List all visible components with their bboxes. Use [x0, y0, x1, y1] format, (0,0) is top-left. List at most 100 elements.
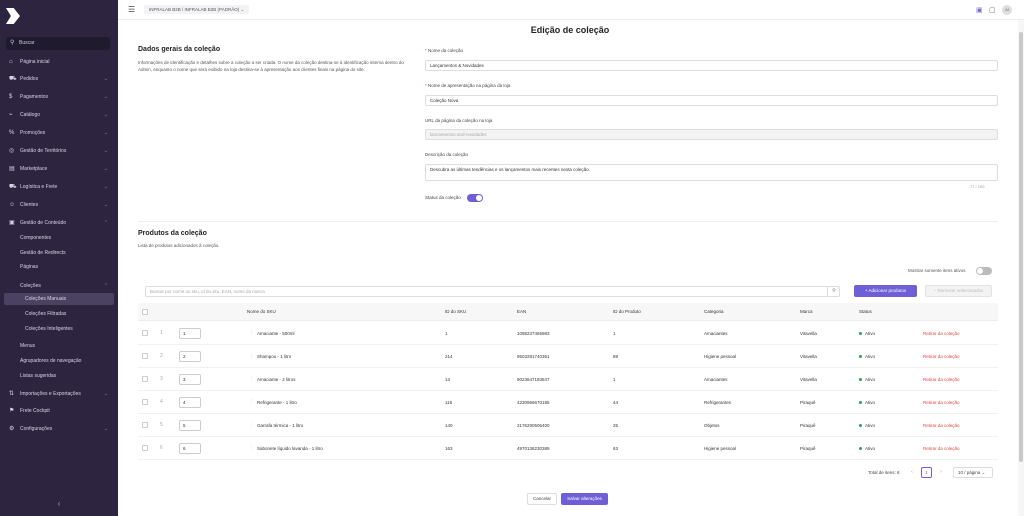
sidebar-bottom-item-2[interactable]: ⚙ Configurações ⌄	[0, 423, 118, 435]
row-index: 2	[160, 353, 163, 359]
sku-name: Amaciante - 500ml	[257, 331, 295, 336]
table-row: 5 5 ⋮ Garrafa térmica - 1 litro 140 217629050…	[138, 414, 998, 437]
drag-handle-icon[interactable]: ⋮	[249, 391, 254, 414]
position-input[interactable]: 3	[179, 374, 201, 385]
content-sub-item[interactable]: Gestão de Redirects	[20, 247, 66, 259]
add-products-button[interactable]: + Adicionar produtos	[854, 285, 917, 297]
product-search-input[interactable]: Buscar por nome ou sku, id do sku, EAN, …	[145, 286, 840, 297]
status-dot-icon	[859, 332, 862, 336]
sidebar-item-colecoes[interactable]: Coleções ⌃	[20, 280, 108, 292]
content-sub-item[interactable]: Componentes	[20, 232, 51, 244]
sidebar-item-8[interactable]: ☺ Clientes ⌄	[0, 199, 118, 211]
content-sub-item[interactable]: Listas sugeridas	[20, 370, 56, 382]
sidebar-bottom-item-0[interactable]: ⇅ Importações e Exportações ⌄	[0, 388, 118, 400]
drag-handle-icon[interactable]: ⋮	[249, 322, 254, 345]
row-checkbox[interactable]	[142, 353, 148, 359]
sidebar-item-1[interactable]: ⛟ Pedidos ⌄	[0, 73, 118, 85]
ean: 1098237465983	[517, 331, 550, 336]
pagination-next[interactable]: ›	[936, 467, 946, 478]
pagination-page-1[interactable]: 1	[921, 467, 932, 478]
flag-icon: ⚑	[9, 408, 15, 414]
display-name-label: * Nome de apresentação na página da loja	[425, 83, 511, 88]
status-text: Ativo	[865, 331, 876, 336]
brand: Vitavella	[800, 377, 817, 382]
scrollbar-thumb[interactable]	[1019, 32, 1023, 462]
collapse-sidebar-button[interactable]: ‹	[0, 492, 118, 516]
remove-from-collection-link[interactable]: Retirar da coleção	[923, 368, 960, 391]
status-badge: Ativo	[859, 414, 875, 437]
sidebar-search[interactable]: ⚲ Buscar	[6, 37, 110, 50]
sidebar-item-0[interactable]: ⌂ Página inicial	[0, 56, 118, 68]
description-textarea[interactable]: Descubra as últimas tendências e os lanç…	[425, 164, 998, 181]
drag-handle-icon[interactable]: ⋮	[249, 414, 254, 437]
remove-from-collection-link[interactable]: Retirar da coleção	[923, 345, 960, 368]
sku-id: 13	[445, 377, 451, 382]
chat-icon[interactable]: ▢	[989, 6, 996, 14]
colecoes-sub-item[interactable]: Coleções Inteligentes	[4, 323, 114, 335]
drag-handle-icon[interactable]: ⋮	[249, 437, 254, 460]
position-input[interactable]: 4	[179, 397, 201, 408]
row-index: 3	[160, 376, 163, 382]
row-checkbox[interactable]	[142, 376, 148, 382]
position-input[interactable]: 2	[179, 351, 201, 362]
row-checkbox[interactable]	[142, 422, 148, 428]
store-icon[interactable]: ▣	[976, 6, 983, 14]
sidebar-item-9[interactable]: ▣ Gestão de Conteúdo ⌃	[0, 217, 118, 229]
status-dot-icon	[859, 378, 862, 382]
only-active-toggle[interactable]	[976, 267, 992, 275]
remove-selected-label: Remover selecionados	[937, 288, 984, 293]
logo[interactable]	[6, 8, 20, 24]
chevron-up-icon: ⌃	[104, 283, 109, 289]
sidebar-item-7[interactable]: ⛟ Logística e Frete ⌄	[0, 181, 118, 193]
remove-selected-button[interactable]: − Remover selecionados	[925, 285, 992, 297]
chevron-icon: ⌄	[103, 130, 108, 136]
row-checkbox[interactable]	[142, 445, 148, 451]
content-sub-item[interactable]: Agrupadores de navegação	[20, 355, 81, 367]
remove-from-collection-link[interactable]: Retirar da coleção	[923, 437, 960, 460]
sidebar-item-3[interactable]: ⌁ Catálogo ⌄	[0, 109, 118, 121]
scrollbar[interactable]	[1018, 20, 1024, 516]
select-all-checkbox[interactable]	[142, 309, 148, 315]
sidebar-item-2[interactable]: $ Pagamentos ⌄	[0, 91, 118, 103]
store-selector[interactable]: INFRALAB B2B / INFRALAB B2B (PADRÃO) ⌄	[144, 5, 250, 14]
remove-from-collection-link[interactable]: Retirar da coleção	[923, 391, 960, 414]
chevron-icon: ⌄	[103, 166, 108, 172]
save-button[interactable]: Salvar alterações	[561, 493, 608, 505]
sidebar-item-5[interactable]: ◎ Gestão de Territórios ⌄	[0, 145, 118, 157]
drag-handle-icon[interactable]: ⋮	[249, 368, 254, 391]
status-toggle[interactable]	[467, 194, 483, 202]
status-dot-icon	[859, 355, 862, 359]
avatar[interactable]: AI	[1002, 5, 1012, 15]
status-text: Ativo	[865, 377, 876, 382]
position-input[interactable]: 1	[179, 328, 201, 339]
sidebar-bottom-item-1[interactable]: ⚑ Frete Cockpit	[0, 405, 118, 417]
name-input[interactable]: Lançamentos & Novidades	[425, 60, 998, 71]
menu-icon[interactable]: ☰	[128, 5, 135, 14]
content-icon: ▣	[9, 220, 15, 226]
position-input[interactable]: 5	[179, 420, 201, 431]
pagination-prev[interactable]: ‹	[907, 467, 917, 478]
page-size-select[interactable]: 10 / página ⌄	[953, 467, 993, 478]
sku-id: 140	[445, 423, 453, 428]
col-category: Categoria	[704, 309, 724, 314]
product-search-button[interactable]: ⚲	[827, 286, 840, 297]
sidebar-item-4[interactable]: % Promoções ⌄	[0, 127, 118, 139]
content-sub-item[interactable]: Páginas	[20, 261, 38, 273]
products-section-title: Produtos da coleção	[138, 230, 207, 237]
colecoes-sub-item[interactable]: Coleções Manuais	[4, 293, 114, 305]
drag-handle-icon[interactable]: ⋮	[249, 345, 254, 368]
row-index: 5	[160, 422, 163, 428]
table-header: Nome do SKU ID do SKU EAN ID do Produto …	[138, 303, 998, 321]
remove-from-collection-link[interactable]: Retirar da coleção	[923, 322, 960, 345]
remove-from-collection-link[interactable]: Retirar da coleção	[923, 414, 960, 437]
display-name-input[interactable]: Coleção Nova	[425, 95, 998, 106]
add-products-label: Adicionar produtos	[868, 288, 907, 293]
sidebar-item-6[interactable]: ▤ Marketplace ⌄	[0, 163, 118, 175]
content-sub-item[interactable]: Menus	[20, 340, 35, 352]
position-input[interactable]: 6	[179, 443, 201, 454]
cancel-button[interactable]: Cancelar	[527, 493, 557, 505]
colecoes-sub-item[interactable]: Coleções Filtradas	[4, 308, 114, 320]
row-checkbox[interactable]	[142, 399, 148, 405]
page-size-value: 10 / página	[958, 470, 981, 475]
row-checkbox[interactable]	[142, 330, 148, 336]
